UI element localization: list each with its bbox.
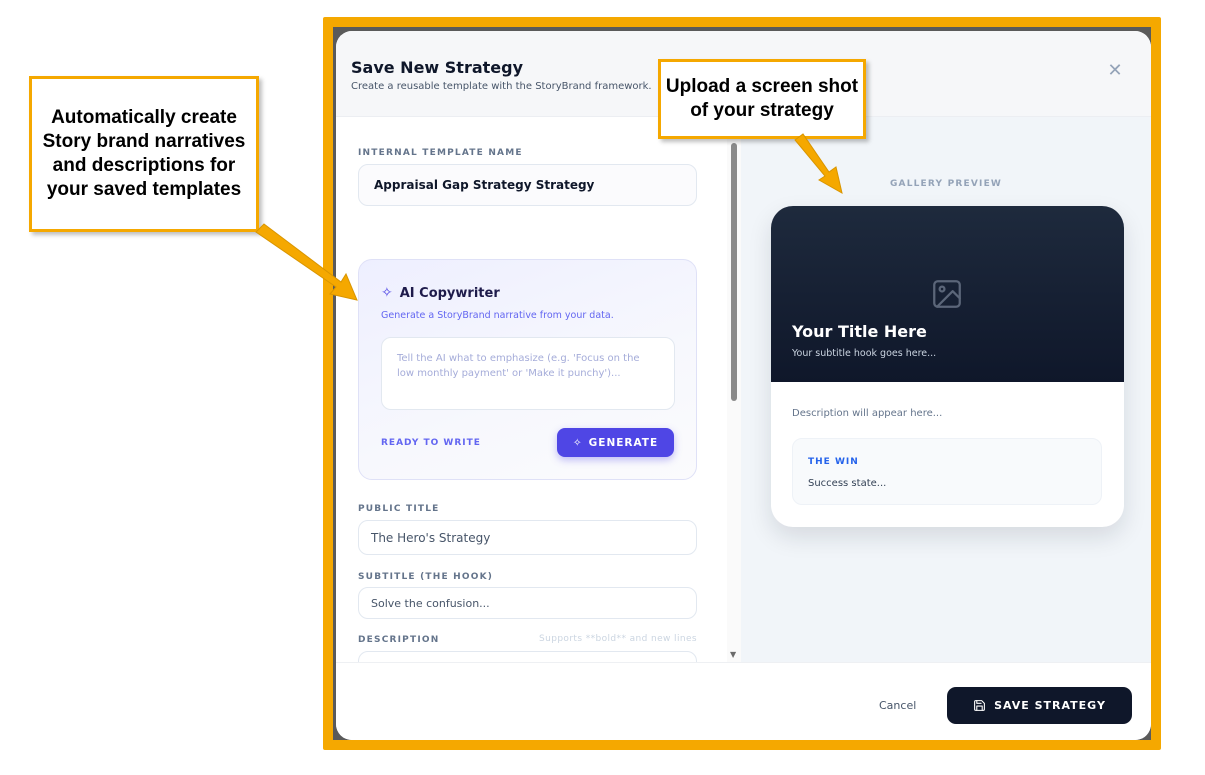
generate-button[interactable]: ✧ GENERATE xyxy=(557,428,674,457)
preview-card-subtitle: Your subtitle hook goes here... xyxy=(792,348,937,359)
sparkle-icon: ✧ xyxy=(572,436,583,449)
gallery-preview-label: GALLERY PREVIEW xyxy=(889,179,1003,189)
public-title-label: PUBLIC TITLE xyxy=(358,504,440,514)
save-strategy-label: SAVE STRATEGY xyxy=(994,699,1106,712)
callout-ai-narratives: Automatically create Story brand narrati… xyxy=(29,76,259,232)
scrollbar-thumb[interactable] xyxy=(731,143,737,401)
modal-subtitle: Create a reusable template with the Stor… xyxy=(351,81,652,92)
win-box: THE WIN Success state... xyxy=(792,438,1102,505)
gallery-preview-panel: GALLERY PREVIEW Your Title Here Your sub… xyxy=(741,117,1151,662)
subtitle-input[interactable]: Solve the confusion... xyxy=(358,587,697,619)
subtitle-label: SUBTITLE (THE HOOK) xyxy=(358,572,494,582)
ai-copywriter-heading: ✧ AI Copywriter xyxy=(381,285,500,301)
ai-copywriter-title: AI Copywriter xyxy=(399,285,500,301)
ai-status-text: READY TO WRITE xyxy=(381,438,481,448)
sparkle-icon: ✧ xyxy=(381,285,393,301)
modal-title: Save New Strategy xyxy=(351,58,524,77)
ai-copywriter-subtitle: Generate a StoryBrand narrative from you… xyxy=(381,310,614,321)
scroll-down-icon[interactable]: ▼ xyxy=(730,650,736,659)
save-icon xyxy=(974,700,985,711)
close-icon[interactable]: ✕ xyxy=(1107,62,1123,80)
description-textarea[interactable]: A brief summary... xyxy=(358,651,697,662)
internal-name-label: INTERNAL TEMPLATE NAME xyxy=(358,148,523,158)
preview-card[interactable]: Your Title Here Your subtitle hook goes … xyxy=(771,206,1124,527)
preview-description: Description will appear here... xyxy=(792,408,943,419)
modal-footer: Cancel SAVE STRATEGY xyxy=(336,662,1151,740)
cancel-button[interactable]: Cancel xyxy=(879,699,916,712)
form-panel: INTERNAL TEMPLATE NAME Appraisal Gap Str… xyxy=(336,117,741,662)
preview-card-hero[interactable]: Your Title Here Your subtitle hook goes … xyxy=(771,206,1124,382)
form-scrollbar[interactable]: ▼ xyxy=(727,117,741,662)
ai-prompt-input[interactable]: Tell the AI what to emphasize (e.g. 'Foc… xyxy=(381,337,675,410)
ai-copywriter-panel: ✧ AI Copywriter Generate a StoryBrand na… xyxy=(358,259,697,480)
win-label: THE WIN xyxy=(808,457,859,467)
description-hint: Supports **bold** and new lines xyxy=(538,634,697,644)
public-title-input[interactable]: The Hero's Strategy xyxy=(358,520,697,555)
preview-card-title: Your Title Here xyxy=(792,322,927,341)
internal-name-input[interactable]: Appraisal Gap Strategy Strategy xyxy=(358,164,697,206)
image-placeholder-icon xyxy=(933,280,961,308)
save-strategy-button[interactable]: SAVE STRATEGY xyxy=(947,687,1132,724)
generate-label: GENERATE xyxy=(588,436,659,449)
win-text: Success state... xyxy=(808,478,887,489)
callout-upload-screenshot: Upload a screen shot of your strategy xyxy=(658,59,866,139)
description-label: DESCRIPTION xyxy=(358,635,440,645)
